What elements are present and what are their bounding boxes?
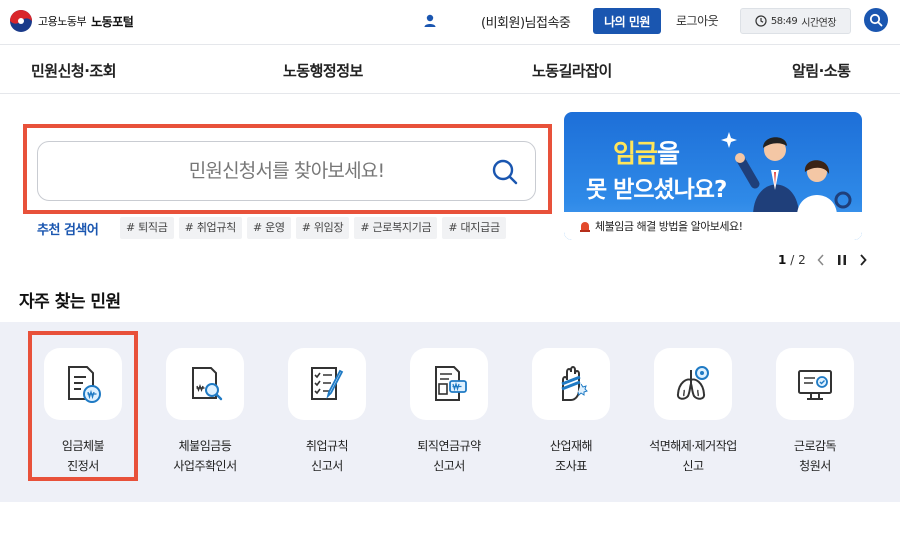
- frequent-item-labor-inspection[interactable]: 근로감독 청원서: [760, 348, 870, 476]
- session-extend-button[interactable]: 58:49 시간연장: [740, 8, 851, 34]
- keyword-tag[interactable]: # 위임장: [295, 217, 350, 239]
- chevron-right-icon: [860, 254, 867, 266]
- chevron-left-icon: [817, 254, 824, 266]
- nav-labor-admin-info[interactable]: 노동행정정보: [283, 60, 363, 81]
- recommend-keywords: # 퇴직금 # 취업규칙 # 운영 # 위임장 # 근로복지기금 # 대지급금: [120, 217, 536, 239]
- banner-caption-text: 체불임금 해결 방법을 알아보세요!: [595, 220, 743, 233]
- frequent-label-line2: 사업주확인서: [173, 459, 237, 473]
- frequent-tile[interactable]: [532, 348, 610, 420]
- frequent-label-line1: 체불임금등: [178, 439, 232, 453]
- pager-separator: /: [790, 253, 795, 267]
- extend-label: 시간연장: [801, 17, 837, 29]
- frequent-item-unpaid-confirmation[interactable]: 체불임금등 사업주확인서: [150, 348, 260, 476]
- top-header: 고용노동부 노동포털 (비회원)님접속중 나의 민원 로그아웃 58:49 시간…: [0, 0, 900, 44]
- frequent-label: 산업재해 조사표: [549, 436, 593, 476]
- keyword-tag[interactable]: # 운영: [246, 217, 291, 239]
- banner-headline-rest: 을: [657, 139, 680, 168]
- keyword-tag[interactable]: # 퇴직금: [120, 217, 174, 239]
- header-search-button[interactable]: [864, 8, 888, 32]
- frequent-label-line2: 신고서: [433, 459, 465, 473]
- frequent-label-line1: 근로감독: [793, 439, 837, 453]
- clock-icon: [755, 15, 767, 27]
- monitor-icon: [798, 370, 832, 400]
- search-icon: [869, 13, 883, 27]
- banner-pager: 1 / 2: [778, 252, 869, 268]
- pager-total: 2: [798, 253, 806, 267]
- login-status: (비회원)님접속중: [481, 16, 571, 31]
- keyword-tag[interactable]: # 대지급금: [442, 217, 506, 239]
- my-minwon-button[interactable]: 나의 민원: [593, 8, 661, 34]
- frequent-tile[interactable]: [776, 348, 854, 420]
- frequent-item-industrial-accident[interactable]: 산업재해 조사표: [516, 348, 626, 476]
- frequent-tile[interactable]: [654, 348, 732, 420]
- frequent-tile[interactable]: [288, 348, 366, 420]
- search-highlight-box: [23, 124, 552, 214]
- banner-caption-strip: 체불임금 해결 방법을 알아보세요!: [564, 212, 862, 240]
- frequent-label-line1: 퇴직연금규약: [417, 439, 481, 453]
- frequent-tile[interactable]: [410, 348, 488, 420]
- frequent-label: 퇴직연금규약 신고서: [417, 436, 481, 476]
- frequent-label-line1: 취업규칙: [305, 439, 349, 453]
- nav-notice[interactable]: 알림·소통: [792, 60, 851, 81]
- frequent-section-title: 자주 찾는 민원: [19, 292, 121, 312]
- frequent-highlight-box: [28, 331, 138, 481]
- keyword-tag[interactable]: # 근로복지기금: [354, 217, 438, 239]
- frequent-item-work-rules[interactable]: 취업규칙 신고서: [272, 348, 382, 476]
- frequent-label-line2: 조사표: [555, 459, 587, 473]
- pause-icon: [837, 255, 846, 265]
- frequent-label-line2: 신고: [682, 459, 704, 473]
- user-icon: [424, 14, 436, 27]
- banner-prev-button[interactable]: [815, 252, 827, 268]
- banner-people-illustration: [721, 132, 852, 216]
- pager-current: 1: [778, 253, 787, 267]
- lungs-icon: [676, 366, 709, 400]
- nav-minwon-apply[interactable]: 민원신청·조회: [31, 60, 117, 81]
- checklist-pen-icon: [311, 367, 344, 400]
- frequent-label: 근로감독 청원서: [793, 436, 837, 476]
- frequent-label-line1: 석면해제·제거작업: [649, 439, 737, 453]
- frequent-label-line2: 청원서: [799, 459, 831, 473]
- logout-button[interactable]: 로그아웃: [676, 12, 719, 29]
- frequent-label-line2: 신고서: [311, 459, 343, 473]
- frequent-tile[interactable]: [166, 348, 244, 420]
- banner-subheadline: 못 받으셨나요?: [586, 177, 727, 203]
- portal-logo[interactable]: 고용노동부 노동포털: [9, 9, 134, 33]
- recommend-keywords-label: 추천 검색어: [37, 223, 99, 238]
- siren-icon: [580, 222, 590, 232]
- frequent-label-line1: 산업재해: [549, 439, 593, 453]
- frequent-item-asbestos-removal[interactable]: 석면해제·제거작업 신고: [638, 348, 748, 476]
- frequent-label: 체불임금등 사업주확인서: [173, 436, 237, 476]
- banner-pause-button[interactable]: [836, 252, 848, 268]
- injured-hand-icon: [561, 366, 588, 401]
- frequent-label: 취업규칙 신고서: [305, 436, 349, 476]
- keyword-tag[interactable]: # 취업규칙: [178, 217, 242, 239]
- promo-banner[interactable]: 임금을 못 받으셨나요? 체불임금 해결 방법을 알아보세요!: [564, 112, 862, 240]
- session-timer: 58:49: [770, 15, 798, 27]
- portal-name: 노동포털: [91, 14, 134, 29]
- banner-caption: 체불임금 해결 방법을 알아보세요!: [579, 218, 743, 234]
- banner-next-button[interactable]: [857, 252, 869, 268]
- banner-headline-accent: 임금: [613, 139, 658, 168]
- nav-labor-guide[interactable]: 노동길라잡이: [532, 60, 612, 81]
- frequent-label: 석면해제·제거작업 신고: [649, 436, 737, 476]
- government-emblem-icon: [10, 10, 32, 32]
- ministry-name: 고용노동부: [38, 15, 87, 28]
- pager-status: 1 / 2: [778, 253, 806, 267]
- frequent-item-pension-rules[interactable]: 퇴직연금규약 신고서: [394, 348, 504, 476]
- pension-document-icon: [435, 366, 467, 401]
- main-navigation: 민원신청·조회 노동행정정보 노동길라잡이 알림·소통: [0, 44, 900, 94]
- document-search-icon: [192, 367, 223, 401]
- banner-headline: 임금을: [613, 134, 680, 170]
